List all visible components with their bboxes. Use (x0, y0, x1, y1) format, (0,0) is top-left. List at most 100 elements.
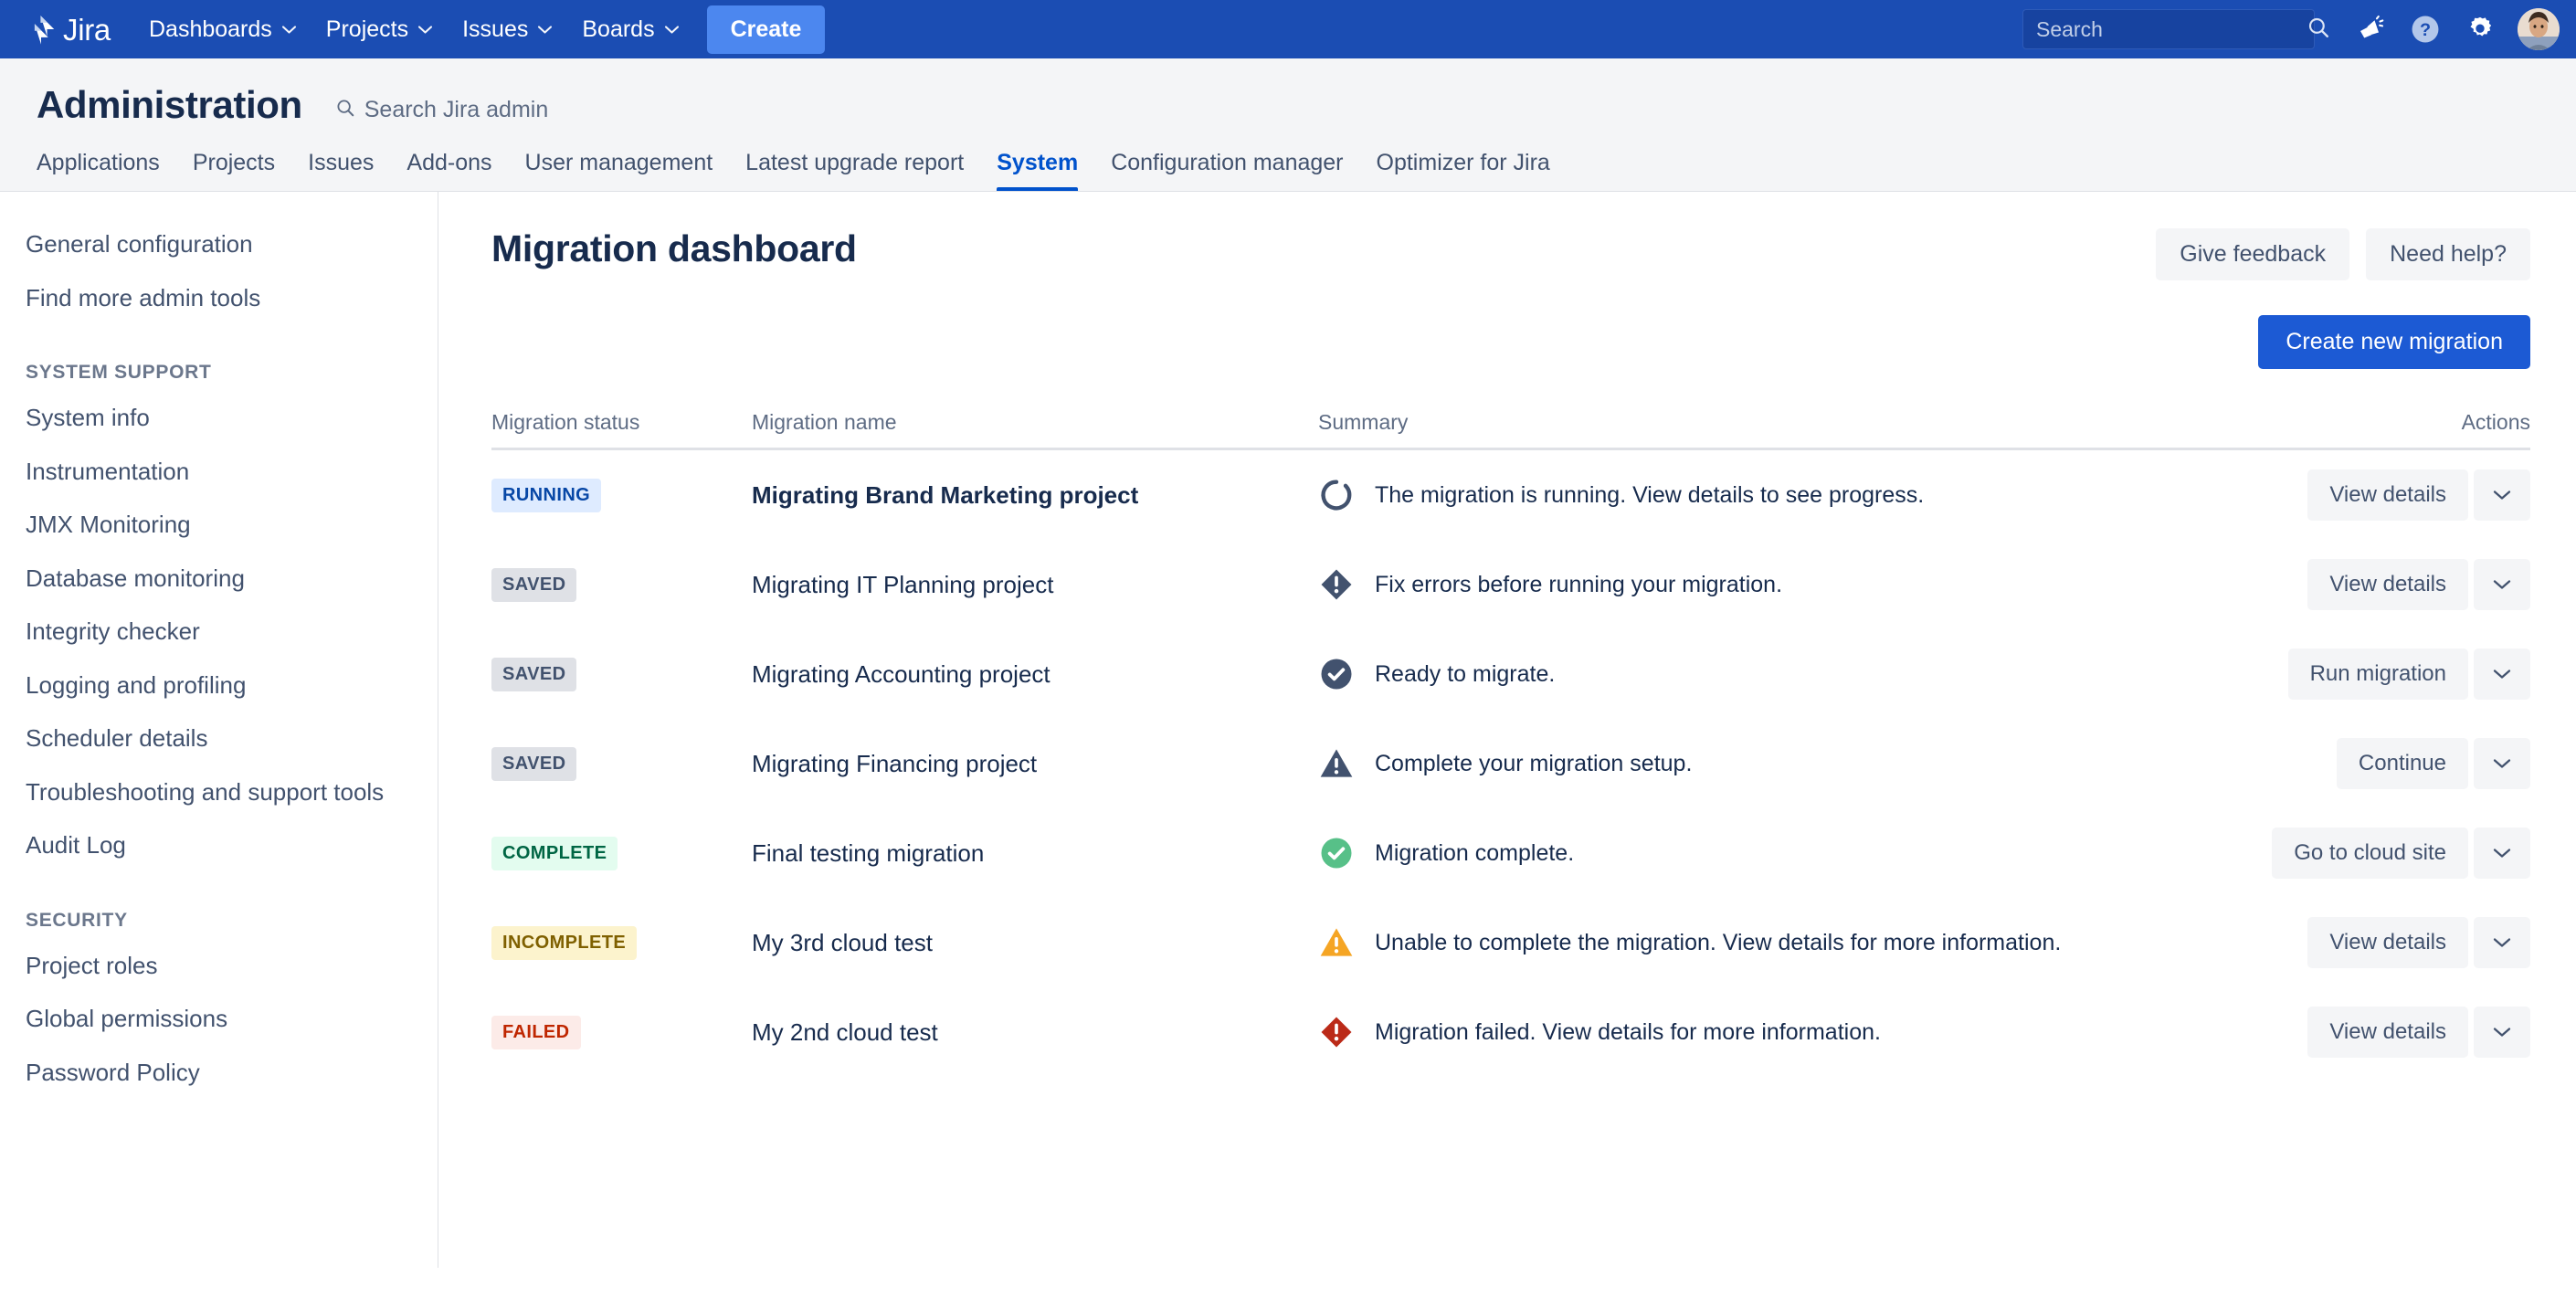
sidebar-item-troubleshooting-and-support-tools[interactable]: Troubleshooting and support tools (0, 765, 438, 819)
view-details-button[interactable]: View details (2307, 1007, 2468, 1058)
help-icon[interactable]: ? (2401, 5, 2450, 54)
admin-title-row: Administration Search Jira admin (0, 86, 2576, 124)
row-actions-chevron-down-icon[interactable] (2474, 559, 2530, 610)
status-badge: SAVED (491, 657, 577, 691)
row-actions-chevron-down-icon[interactable] (2474, 1007, 2530, 1058)
column-header-summary: Summary (1318, 410, 1409, 434)
continue-button[interactable]: Continue (2336, 738, 2468, 789)
status-badge: COMPLETE (491, 836, 618, 870)
row-actions-chevron-down-icon[interactable] (2474, 648, 2530, 700)
sidebar-item-system-info[interactable]: System info (0, 391, 438, 445)
cell-summary: Unable to complete the migration. View d… (1318, 924, 2256, 961)
tab-issues[interactable]: Issues (291, 150, 390, 191)
create-button[interactable]: Create (706, 5, 826, 54)
page-heading-administration: Administration (37, 83, 302, 126)
chevron-down-icon (417, 22, 433, 37)
status-badge: RUNNING (491, 478, 602, 512)
admin-sidebar: General configuration Find more admin to… (0, 192, 438, 1268)
cell-status: INCOMPLETE (491, 925, 752, 960)
status-badge: FAILED (491, 1015, 581, 1049)
sidebar-item-jmx-monitoring[interactable]: JMX Monitoring (0, 498, 438, 552)
cell-actions: View details (2256, 469, 2530, 521)
cell-status: SAVED (491, 567, 752, 602)
nav-item-boards[interactable]: Boards (567, 7, 693, 52)
sidebar-item-scheduler-details[interactable]: Scheduler details (0, 712, 438, 765)
cell-name: Migrating IT Planning project (752, 571, 1318, 599)
tab-latest-upgrade-report[interactable]: Latest upgrade report (729, 150, 980, 191)
view-details-button[interactable]: View details (2307, 917, 2468, 968)
spinner-icon (1318, 477, 1355, 513)
tab-projects[interactable]: Projects (176, 150, 291, 191)
tab-user-management[interactable]: User management (509, 150, 730, 191)
tab-configuration-manager[interactable]: Configuration manager (1094, 150, 1359, 191)
check-circle-icon (1318, 656, 1355, 692)
cell-name: Migrating Accounting project (752, 660, 1318, 689)
row-actions-chevron-down-icon[interactable] (2474, 917, 2530, 968)
header-action-buttons: Give feedback Need help? (2156, 228, 2530, 280)
settings-gear-icon[interactable] (2455, 5, 2505, 54)
migration-name: Final testing migration (752, 838, 985, 867)
global-search-box[interactable] (2022, 9, 2328, 49)
give-feedback-button[interactable]: Give feedback (2156, 228, 2350, 280)
nav-item-projects[interactable]: Projects (311, 7, 448, 52)
jira-logo[interactable]: Jira (24, 12, 111, 47)
admin-search-label: Search Jira admin (364, 97, 549, 122)
tab-applications[interactable]: Applications (37, 150, 176, 191)
cell-name: Migrating Financing project (752, 750, 1318, 778)
cell-summary: Migration complete. (1318, 835, 2256, 871)
sidebar-item-project-roles[interactable]: Project roles (0, 939, 438, 993)
row-actions-chevron-down-icon[interactable] (2474, 738, 2530, 789)
tab-add-ons[interactable]: Add-ons (390, 150, 508, 191)
need-help-button[interactable]: Need help? (2366, 228, 2530, 280)
primary-action-row: Create new migration (491, 315, 2530, 369)
sidebar-heading-system-support: SYSTEM SUPPORT (26, 362, 212, 383)
status-badge: INCOMPLETE (491, 925, 638, 960)
sidebar-item-audit-log[interactable]: Audit Log (0, 818, 438, 872)
megaphone-icon[interactable] (2346, 5, 2395, 54)
row-actions-chevron-down-icon[interactable] (2474, 469, 2530, 521)
sidebar-item-general-configuration[interactable]: General configuration (0, 217, 438, 271)
column-header-actions: Actions (2461, 410, 2530, 434)
nav-item-issues[interactable]: Issues (448, 7, 567, 52)
tab-system[interactable]: System (980, 150, 1094, 191)
global-search-input[interactable] (2036, 16, 2307, 42)
create-new-migration-button[interactable]: Create new migration (2258, 315, 2530, 369)
cell-name: Final testing migration (752, 839, 1318, 868)
search-icon (335, 98, 355, 122)
page-body: General configuration Find more admin to… (0, 192, 2576, 1268)
row-actions-chevron-down-icon[interactable] (2474, 828, 2530, 879)
cell-actions: Continue (2256, 738, 2530, 789)
cell-name: My 2nd cloud test (752, 1018, 1318, 1047)
nav-item-dashboards-label: Dashboards (148, 16, 272, 42)
check-circle-icon (1318, 835, 1355, 871)
summary-text: Unable to complete the migration. View d… (1375, 929, 2062, 955)
sidebar-item-password-policy[interactable]: Password Policy (0, 1046, 438, 1100)
migration-name: Migrating Brand Marketing project (752, 480, 1139, 509)
cell-actions: View details (2256, 1007, 2530, 1058)
cell-status: COMPLETE (491, 836, 752, 870)
tab-optimizer-for-jira[interactable]: Optimizer for Jira (1360, 150, 1567, 191)
migration-name: Migrating IT Planning project (752, 570, 1054, 598)
nav-item-dashboards[interactable]: Dashboards (134, 7, 311, 52)
summary-text: Fix errors before running your migration… (1375, 571, 1783, 597)
admin-search[interactable]: Search Jira admin (335, 97, 548, 123)
sidebar-item-instrumentation[interactable]: Instrumentation (0, 445, 438, 499)
avatar[interactable] (2518, 8, 2560, 50)
table-row: INCOMPLETE My 3rd cloud test Unable to c… (491, 898, 2530, 987)
sidebar-item-global-permissions[interactable]: Global permissions (0, 992, 438, 1046)
view-details-button[interactable]: View details (2307, 559, 2468, 610)
table-row: SAVED Migrating IT Planning project Fix … (491, 540, 2530, 629)
sidebar-item-find-more-admin-tools[interactable]: Find more admin tools (0, 271, 438, 325)
sidebar-item-integrity-checker[interactable]: Integrity checker (0, 605, 438, 659)
administration-header: Administration Search Jira admin Applica… (0, 58, 2576, 192)
cell-status: RUNNING (491, 478, 752, 512)
cell-summary: The migration is running. View details t… (1318, 477, 2256, 513)
go-to-cloud-site-button[interactable]: Go to cloud site (2272, 828, 2468, 879)
sidebar-item-database-monitoring[interactable]: Database monitoring (0, 552, 438, 606)
cell-summary: Ready to migrate. (1318, 656, 2256, 692)
chevron-down-icon (664, 22, 680, 37)
run-migration-button[interactable]: Run migration (2287, 648, 2468, 700)
sidebar-item-logging-and-profiling[interactable]: Logging and profiling (0, 659, 438, 712)
top-navigation-bar: Jira Dashboards Projects Issues Boards C… (0, 0, 2576, 58)
view-details-button[interactable]: View details (2307, 469, 2468, 521)
